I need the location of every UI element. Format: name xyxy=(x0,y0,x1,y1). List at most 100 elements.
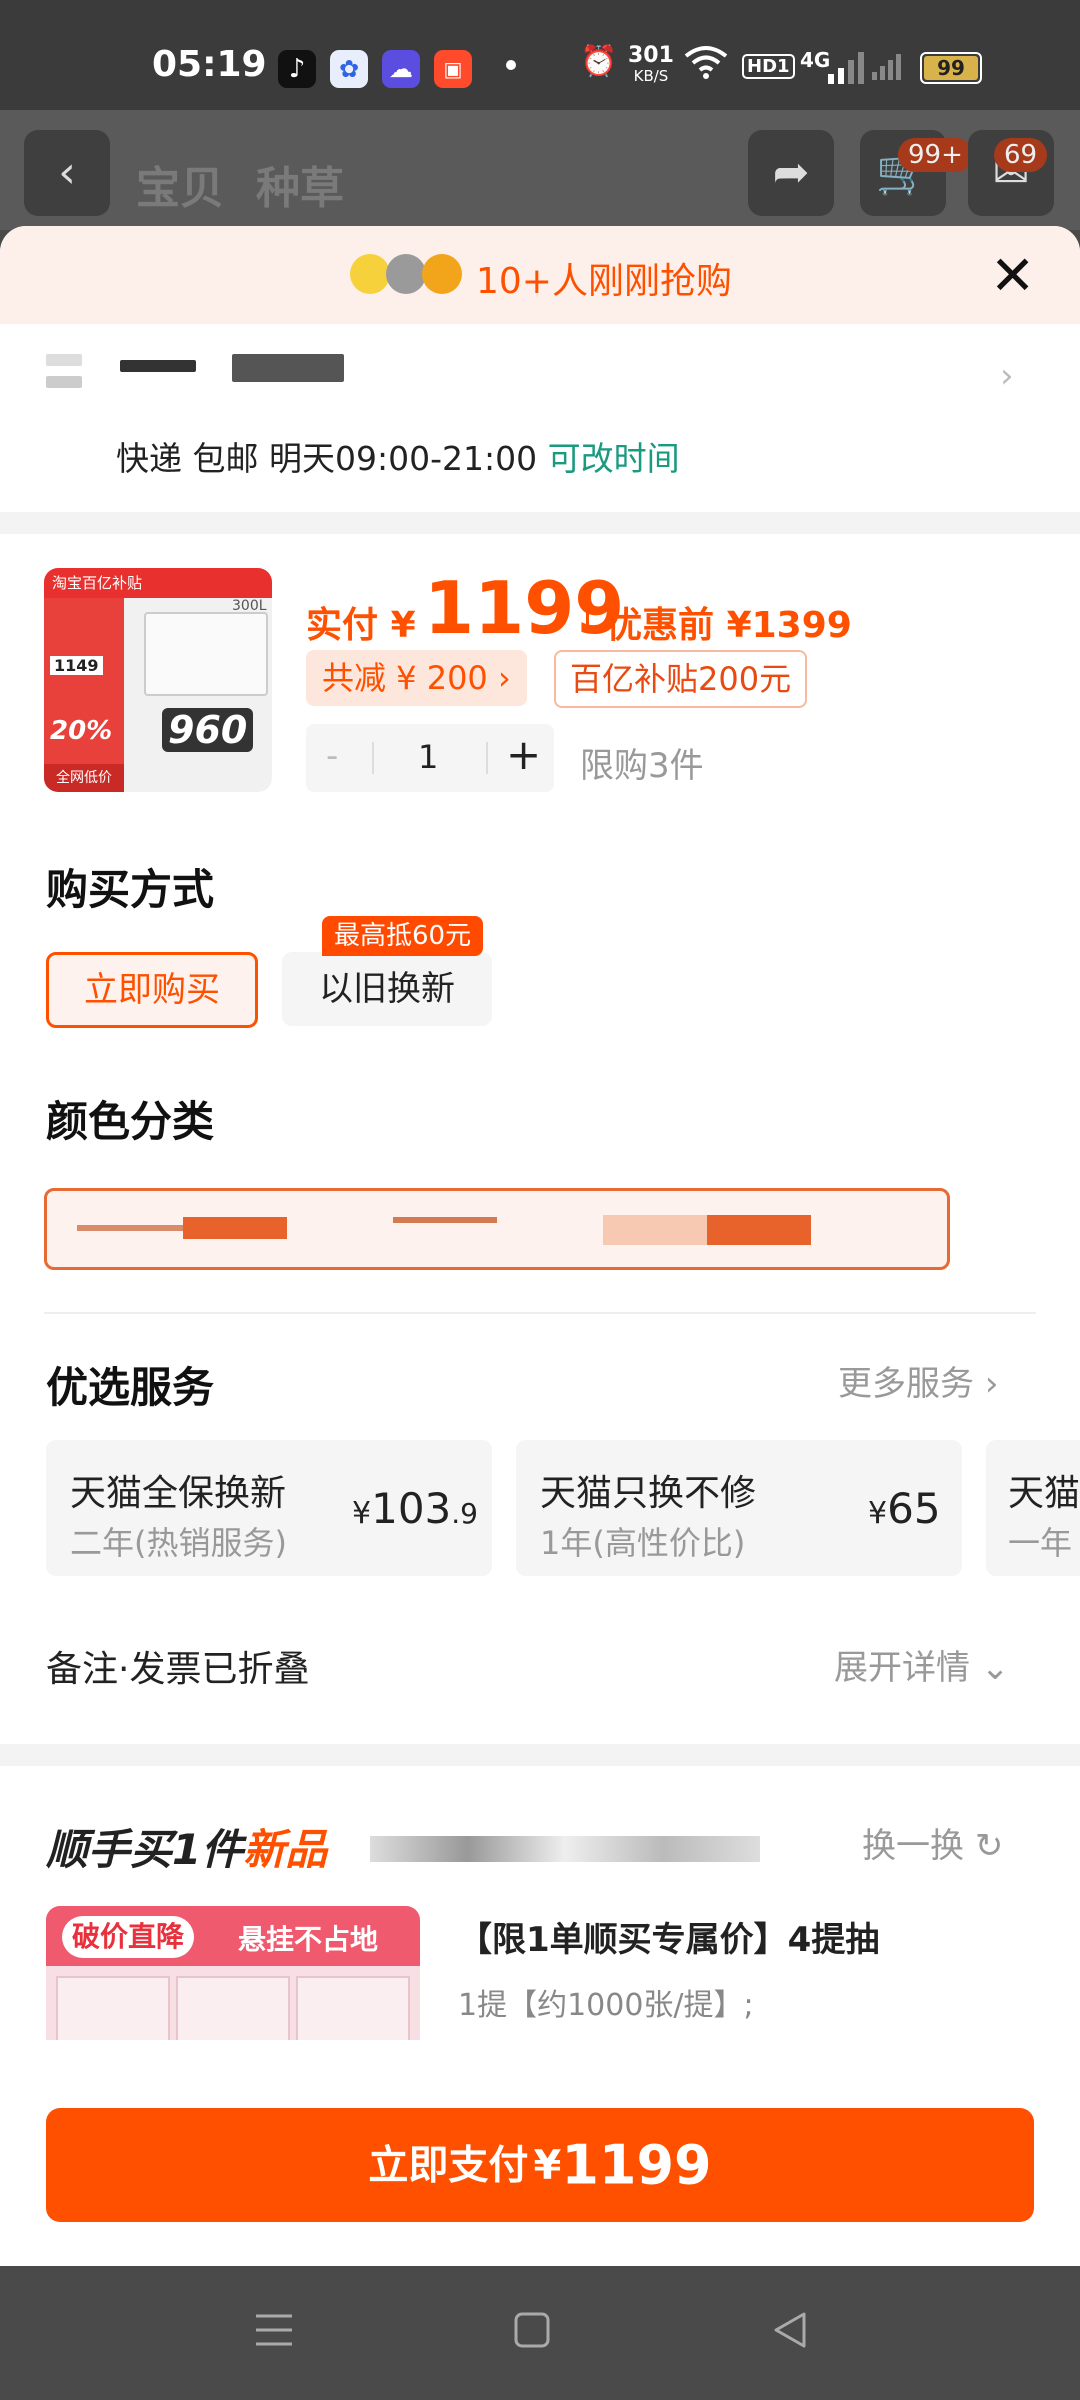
service-subtitle: 二年(热销服务) xyxy=(70,1524,287,1562)
thumb-price: 1149 xyxy=(50,656,103,675)
emoji-avatar-icon xyxy=(386,254,426,294)
baidu-icon: ✿ xyxy=(330,50,368,88)
thumb-percent: 20% xyxy=(50,716,113,746)
cloud-app-icon: ☁ xyxy=(382,50,420,88)
quantity-plus-button[interactable]: + xyxy=(506,730,541,779)
thumb-side xyxy=(44,598,124,788)
close-icon: ✕ xyxy=(990,244,1036,307)
close-button[interactable]: ✕ xyxy=(990,244,1035,307)
purchase-limit: 限购3件 xyxy=(580,746,704,786)
final-price: 1199 xyxy=(424,566,625,650)
chevron-right-icon: › xyxy=(1000,356,1014,396)
option-buy-now[interactable]: 立即购买 xyxy=(46,952,258,1028)
address-redacted xyxy=(120,360,196,372)
net-speed: 301 KB/S xyxy=(628,43,674,86)
color-title: 颜色分类 xyxy=(46,1097,215,1146)
pay-now-button[interactable]: 立即支付 ¥1199 xyxy=(46,2108,1034,2222)
address-redacted xyxy=(46,354,82,366)
color-option-redacted xyxy=(707,1215,811,1245)
subsidy-tag: 百亿补贴200元 xyxy=(554,650,808,708)
checkout-sheet: 10+人刚刚抢购 ✕ 快递 包邮 明天09:00-21:00 可改时间 › 淘宝… xyxy=(0,226,1080,2266)
price-separator xyxy=(586,598,589,628)
delivery-info: 快递 包邮 明天09:00-21:00 可改时间 xyxy=(116,432,680,480)
service-title: 天猫全保换新 xyxy=(70,1473,287,1514)
product-thumbnail[interactable]: 淘宝百亿补贴 300L 1149 960 20% 全网低价 xyxy=(44,568,272,792)
pay-currency: ¥ xyxy=(533,2142,562,2189)
price-label: 实付 ¥ xyxy=(306,605,416,646)
home-icon[interactable] xyxy=(512,2310,552,2354)
status-time: 05:19 xyxy=(152,44,267,85)
address-redacted xyxy=(232,354,344,382)
service-card[interactable]: 天猫全保换新 二年(热销服务) ¥103.9 xyxy=(46,1440,492,1576)
alarm-icon: ⏰ xyxy=(580,44,618,79)
purchase-method-title: 购买方式 xyxy=(46,865,215,914)
service-card[interactable]: 天猫 一年 xyxy=(986,1440,1080,1576)
address-redacted xyxy=(46,376,82,388)
battery-icon: 99 xyxy=(920,52,982,84)
service-subtitle: 1年(高性价比) xyxy=(540,1524,746,1562)
quantity-minus-button[interactable]: - xyxy=(326,736,338,776)
expand-details-button[interactable]: 展开详情 ⌄ xyxy=(834,1640,1009,1689)
back-button[interactable]: ‹ xyxy=(24,130,110,216)
stepper-divider xyxy=(372,742,374,774)
tab-product[interactable]: 宝贝 xyxy=(136,152,224,216)
change-time-link[interactable]: 可改时间 xyxy=(548,439,680,478)
hd-badge: HD1 xyxy=(742,54,795,79)
menu-icon[interactable] xyxy=(254,2312,294,2352)
total-discount-tag[interactable]: 共减 ¥ 200 › xyxy=(306,650,527,706)
freezer-image xyxy=(144,612,268,696)
service-title: 天猫只换不修 xyxy=(540,1473,757,1514)
option-trade-in[interactable]: 以旧换新 xyxy=(282,952,492,1026)
status-bar: 05:19 ♪ ✿ ☁ ▣ ⏰ 301 KB/S HD1 4G 99 xyxy=(0,0,1080,110)
divider xyxy=(44,1312,1036,1314)
message-badge: 69 xyxy=(994,138,1048,172)
system-nav-bar xyxy=(0,2266,1080,2400)
bundle-title: 顺手买1件新品 xyxy=(46,1825,328,1874)
pre-discount-price: 优惠前 ¥1399 xyxy=(606,605,852,646)
refresh-icon: ↻ xyxy=(974,1826,1004,1866)
service-price: ¥65 xyxy=(868,1484,941,1533)
color-option-redacted xyxy=(183,1217,287,1239)
tiktok-icon: ♪ xyxy=(278,50,316,88)
service-subtitle: 一年 xyxy=(1008,1524,1073,1562)
share-icon: ➦ xyxy=(772,147,810,198)
pay-label: 立即支付 xyxy=(368,2142,529,2189)
emoji-avatar-icon xyxy=(422,254,462,294)
delivery-text: 快递 包邮 明天09:00-21:00 xyxy=(116,439,538,478)
notification-dot-icon xyxy=(506,60,516,70)
thumb-big-number: 960 xyxy=(162,708,254,752)
service-card[interactable]: 天猫只换不修 1年(高性价比) ¥65 xyxy=(516,1440,962,1576)
thumb-badge: 淘宝百亿补贴 xyxy=(44,568,272,598)
section-divider xyxy=(0,512,1080,534)
battery-level: 99 xyxy=(924,56,978,80)
trade-in-badge: 最高抵60元 xyxy=(322,916,484,956)
signal-icon xyxy=(826,50,866,88)
wifi-icon xyxy=(684,44,728,88)
swap-button[interactable]: 换一换 ↻ xyxy=(862,1818,1003,1867)
bundle-title-redacted xyxy=(370,1836,760,1862)
quantity-stepper: - 1 + xyxy=(306,724,554,792)
color-option-redacted xyxy=(393,1217,497,1223)
bundle-tag-price-drop: 破价直降 xyxy=(62,1916,195,1958)
section-divider xyxy=(0,1744,1080,1766)
tab-seeding[interactable]: 种草 xyxy=(256,152,344,216)
chevron-down-icon: ⌄ xyxy=(980,1648,1010,1688)
back-triangle-icon[interactable] xyxy=(770,2310,810,2354)
color-option[interactable] xyxy=(44,1188,950,1270)
color-option-redacted xyxy=(77,1225,187,1231)
chevron-right-icon: › xyxy=(984,1364,999,1404)
emoji-avatar-icon xyxy=(350,254,390,294)
color-option-redacted xyxy=(603,1215,707,1245)
bundle-tag-hanging: 悬挂不占地 xyxy=(238,1923,379,1956)
thumb-capacity: 300L xyxy=(232,598,267,614)
address-row[interactable]: 快递 包邮 明天09:00-21:00 可改时间 › xyxy=(0,324,1080,500)
bundle-item-desc: 1提【约1000张/提】; xyxy=(458,1988,754,2023)
banner-text: 10+人刚刚抢购 xyxy=(476,261,732,302)
quantity-value[interactable]: 1 xyxy=(418,738,438,776)
service-price: ¥103.9 xyxy=(352,1484,478,1533)
more-services-link[interactable]: 更多服务 › xyxy=(838,1356,998,1405)
shopping-app-icon: ▣ xyxy=(434,50,472,88)
signal-icon-2 xyxy=(870,50,906,84)
share-button[interactable]: ➦ xyxy=(748,130,834,216)
bundle-item-title[interactable]: 【限1单顺买专属价】4提抽 xyxy=(458,1912,879,1961)
